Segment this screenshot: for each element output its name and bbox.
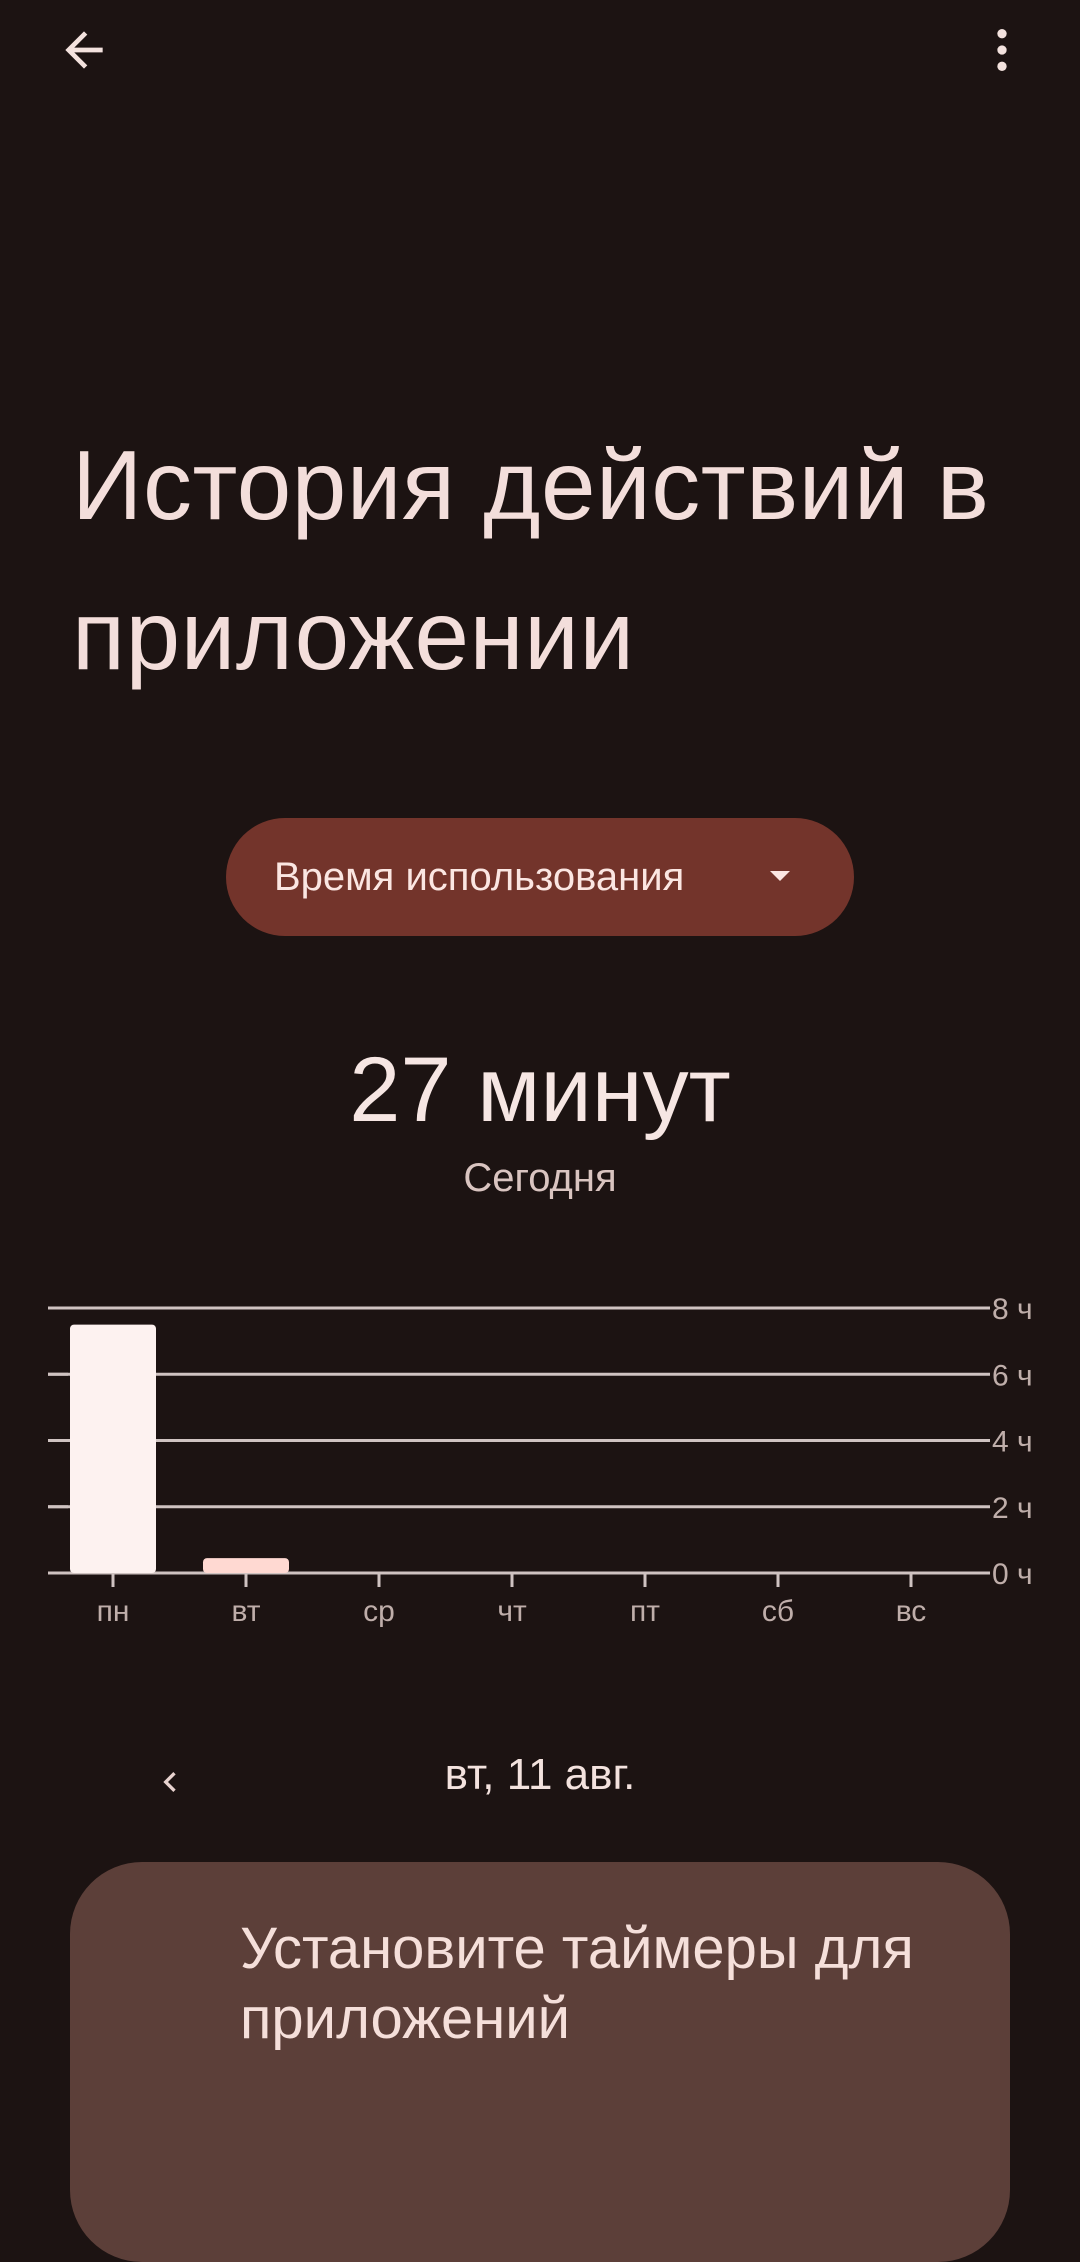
chart-y-tick-label: 6 ч: [992, 1359, 1033, 1392]
chart-x-tick-label: сб: [762, 1595, 794, 1628]
caret-down-icon: [770, 871, 790, 881]
chart-x-tick-label: пт: [630, 1595, 660, 1628]
chart-y-tick-label: 0 ч: [992, 1558, 1033, 1591]
metric-dropdown[interactable]: Время использования: [226, 818, 854, 936]
usage-bar-chart: 0 ч 2 ч 4 ч 6 ч 8 ч пн вт ср чт пт сб вс: [0, 1280, 1080, 1640]
chart-y-tick-label: 8 ч: [992, 1293, 1033, 1326]
usage-total-value: 27 минут: [349, 1039, 731, 1141]
page-title: История действий в приложении: [72, 430, 990, 690]
chart-x-tick-label: вт: [231, 1595, 260, 1628]
arrow-back-icon: [65, 31, 103, 69]
app-timers-card-title: Установите таймеры для приложений: [240, 1916, 914, 2051]
chart-bar: [70, 1324, 156, 1573]
chart-y-tick-label: 4 ч: [992, 1426, 1033, 1459]
usage-chart-svg: 0 ч 2 ч 4 ч 6 ч 8 ч пн вт ср чт пт сб вс: [48, 1293, 1033, 1628]
more-vert-icon: [997, 29, 1007, 71]
more-options-button[interactable]: [970, 18, 1034, 82]
selected-date-label: вт, 11 авг.: [444, 1750, 636, 1799]
chart-x-tick-label: ср: [363, 1595, 395, 1628]
date-navigation: вт, 11 авг.: [0, 1740, 1080, 1830]
chart-x-tick-label: пн: [97, 1595, 130, 1628]
metric-dropdown-label: Время использования: [274, 854, 685, 899]
usage-period-label: Сегодня: [463, 1156, 617, 1200]
app-timers-card[interactable]: Установите таймеры для приложений: [70, 1862, 1010, 2262]
chart-x-tick-label: вс: [896, 1595, 927, 1628]
top-app-bar: [0, 0, 1080, 100]
back-button[interactable]: [44, 18, 124, 82]
chart-y-tick-label: 2 ч: [992, 1492, 1033, 1525]
chart-x-tick-label: чт: [497, 1595, 527, 1628]
chart-bar: [203, 1558, 289, 1573]
